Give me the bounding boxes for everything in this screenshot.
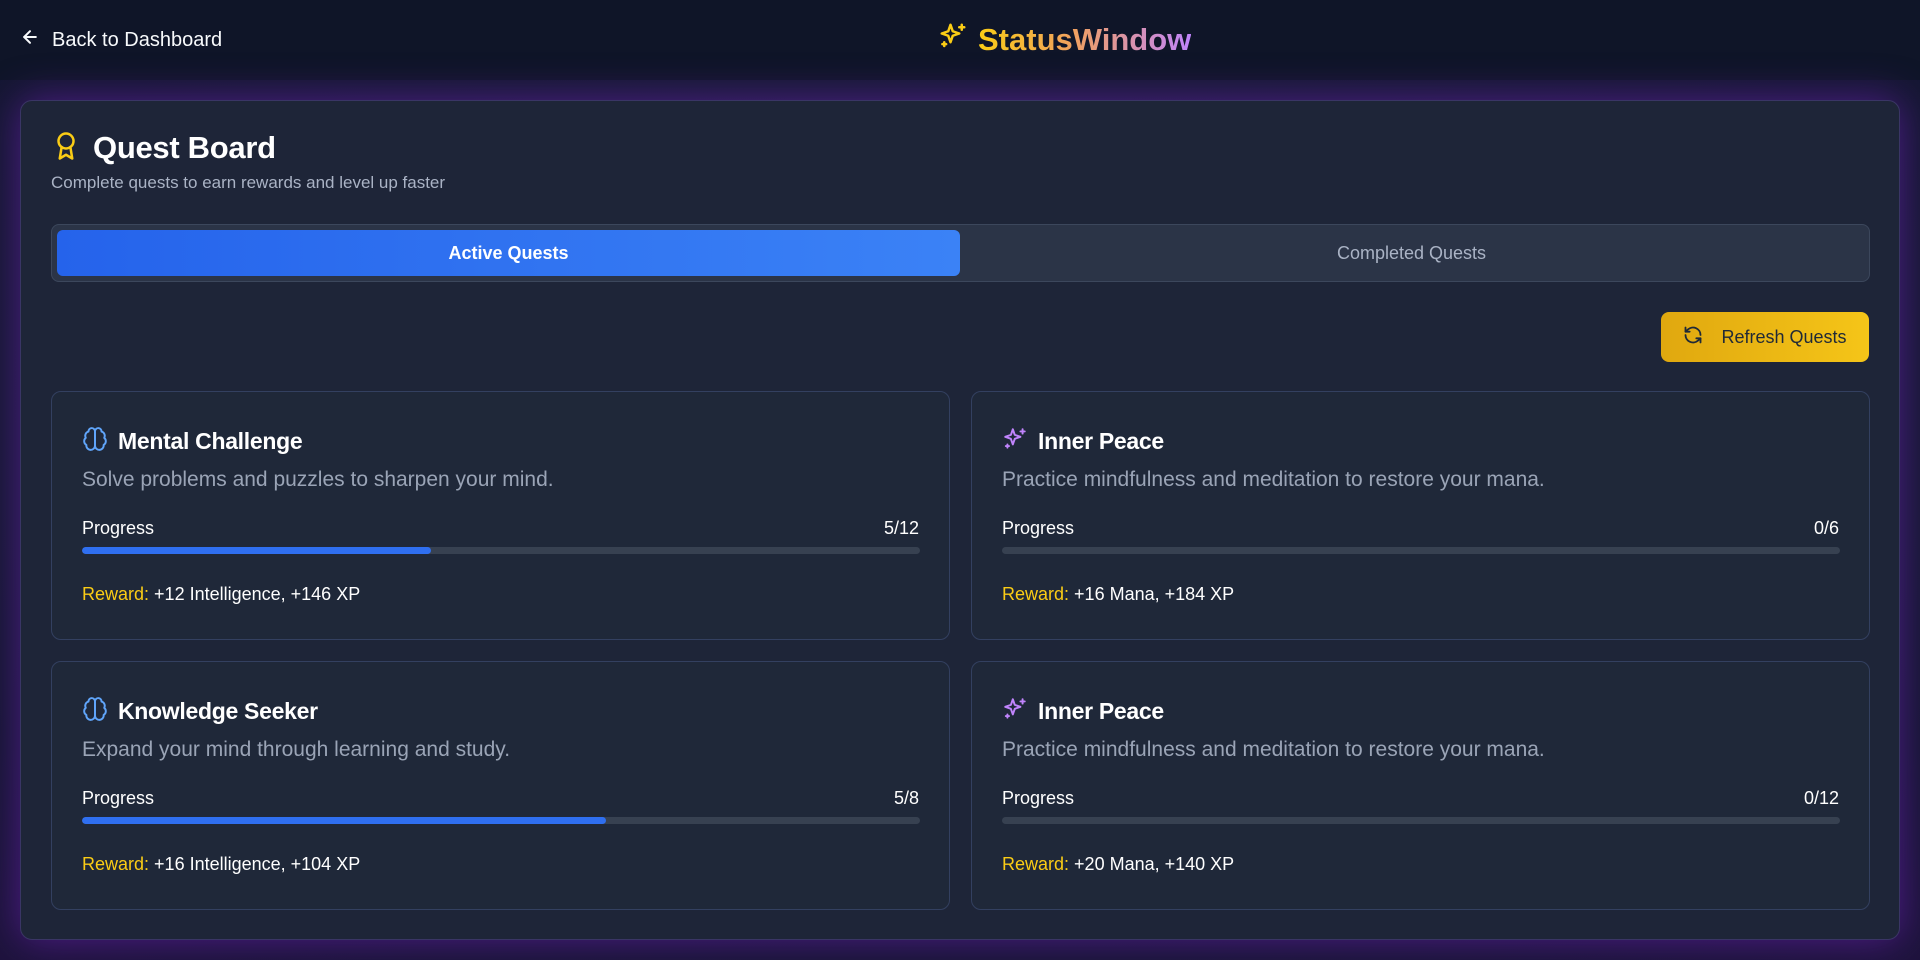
award-icon	[51, 131, 81, 166]
quest-title: Knowledge Seeker	[118, 697, 318, 724]
progress-value: 0/12	[1803, 788, 1839, 808]
tab-completed-quests[interactable]: Completed Quests	[960, 230, 1863, 276]
quest-title: Inner Peace	[1038, 697, 1164, 724]
quest-title: Inner Peace	[1038, 427, 1164, 454]
back-to-dashboard-link[interactable]: Back to Dashboard	[20, 26, 222, 54]
progress-fill	[82, 817, 606, 824]
quest-card: Mental Challenge Solve problems and puzz…	[51, 391, 950, 640]
quest-title: Mental Challenge	[118, 427, 303, 454]
progress-label: Progress	[1002, 518, 1075, 538]
quest-card-header: Mental Challenge	[82, 425, 303, 457]
quest-reward: Reward: +16 Mana, +184 XP	[1002, 584, 1234, 605]
progress-bar	[82, 547, 920, 554]
page-title: Quest Board	[93, 130, 276, 165]
quest-card: Knowledge Seeker Expand your mind throug…	[51, 661, 950, 910]
brand-logo: StatusWindow	[938, 20, 1191, 60]
progress-bar	[1002, 817, 1840, 824]
progress-bar	[1002, 547, 1840, 554]
quest-board-header: Quest Board	[51, 128, 276, 168]
quest-description: Expand your mind through learning and st…	[82, 738, 511, 761]
page-subtitle: Complete quests to earn rewards and leve…	[51, 173, 446, 192]
quest-reward: Reward: +20 Mana, +140 XP	[1002, 854, 1234, 875]
reward-value: +16 Mana, +184 XP	[1074, 584, 1235, 604]
quest-card-header: Inner Peace	[1002, 695, 1164, 727]
sparkles-icon	[1002, 696, 1028, 727]
refresh-label: Refresh Quests	[1721, 326, 1847, 347]
quest-board-panel: Quest Board Complete quests to earn rewa…	[20, 100, 1900, 940]
sparkles-icon	[938, 21, 968, 59]
reward-label: Reward:	[82, 854, 150, 874]
top-bar: Back to Dashboard StatusWindow	[0, 0, 1920, 80]
progress-value: 5/12	[883, 518, 919, 538]
brain-icon	[82, 426, 108, 457]
quest-reward: Reward: +16 Intelligence, +104 XP	[82, 854, 360, 875]
quest-description: Practice mindfulness and meditation to r…	[1002, 468, 1545, 491]
quest-description: Solve problems and puzzles to sharpen yo…	[82, 468, 554, 491]
sparkles-icon	[1002, 426, 1028, 457]
progress-label: Progress	[82, 788, 155, 808]
reward-value: +16 Intelligence, +104 XP	[154, 854, 361, 874]
reward-value: +12 Intelligence, +146 XP	[154, 584, 361, 604]
progress-label: Progress	[82, 518, 155, 538]
quest-card-header: Inner Peace	[1002, 425, 1164, 457]
quest-card: Inner Peace Practice mindfulness and med…	[971, 391, 1870, 640]
reward-value: +20 Mana, +140 XP	[1074, 854, 1235, 874]
reward-label: Reward:	[1002, 584, 1070, 604]
quest-description: Practice mindfulness and meditation to r…	[1002, 738, 1545, 761]
tab-active-quests[interactable]: Active Quests	[57, 230, 960, 276]
quest-card: Inner Peace Practice mindfulness and med…	[971, 661, 1870, 910]
quest-card-header: Knowledge Seeker	[82, 695, 318, 727]
refresh-quests-button[interactable]: Refresh Quests	[1661, 312, 1869, 362]
back-label: Back to Dashboard	[52, 28, 223, 51]
progress-bar	[82, 817, 920, 824]
progress-value: 5/8	[893, 788, 919, 808]
progress-label: Progress	[1002, 788, 1075, 808]
arrow-left-icon	[20, 27, 40, 53]
reward-label: Reward:	[82, 584, 150, 604]
reward-label: Reward:	[1002, 854, 1070, 874]
progress-value: 0/6	[1813, 518, 1839, 538]
brand-name: StatusWindow	[978, 22, 1192, 57]
quest-reward: Reward: +12 Intelligence, +146 XP	[82, 584, 360, 605]
quest-tabs: Active Quests Completed Quests	[51, 224, 1870, 282]
brain-icon	[82, 696, 108, 727]
refresh-icon	[1683, 325, 1703, 350]
progress-fill	[82, 547, 432, 554]
